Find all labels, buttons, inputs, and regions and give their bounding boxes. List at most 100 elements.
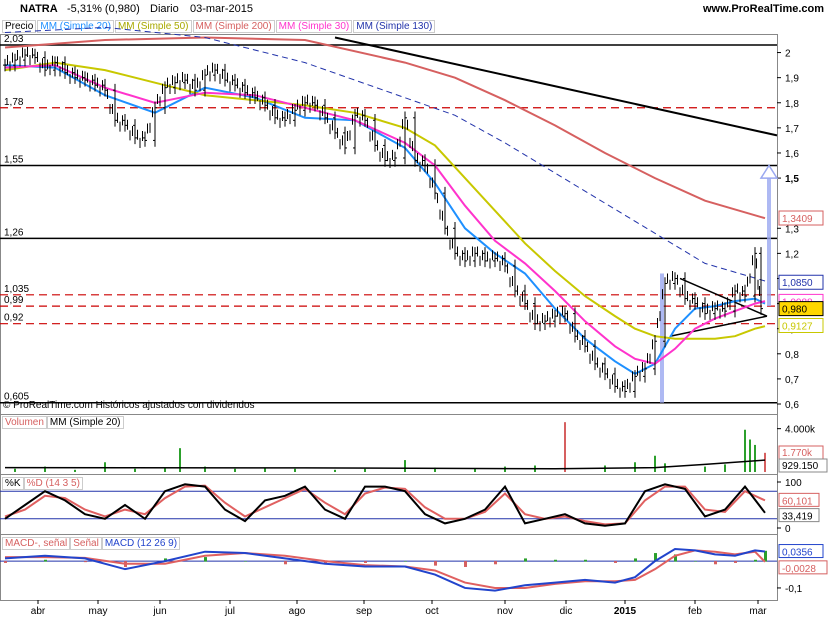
volume-tag-label: 1.770k	[782, 448, 813, 459]
volume-bar	[74, 469, 76, 472]
macd-tag-label: -0,0028	[782, 564, 816, 575]
macd-histogram-bar	[84, 561, 87, 563]
x-tick-label: feb	[688, 606, 702, 617]
x-tick-label: ago	[289, 606, 306, 617]
level-label: 2,03	[4, 34, 24, 45]
volume-bar	[474, 468, 476, 472]
volume-bar	[14, 468, 16, 472]
price-tick-label: 1,3	[785, 224, 799, 235]
macd-histogram-bar	[204, 557, 207, 562]
volume-ma-label[interactable]: MM (Simple 20)	[46, 416, 124, 429]
x-tick-label: 2015	[614, 606, 637, 617]
price-tick-label: 0,8	[785, 350, 799, 361]
stoch-tick-label: 0	[785, 524, 791, 535]
volume-bar	[724, 464, 726, 472]
volume-bar	[364, 468, 366, 472]
volume-bar	[334, 469, 336, 472]
level-label: 1,78	[4, 97, 24, 108]
volume-ma-line	[4, 459, 766, 470]
macd-legend: MACD-, señal Señal MACD (12 26 9)	[2, 537, 181, 550]
chart-canvas[interactable]: 21,91,81,71,61,51,31,21,110,90,80,70,62,…	[0, 0, 835, 620]
level-label: 1,55	[4, 155, 24, 166]
x-tick-label: may	[89, 606, 108, 617]
volume-bar	[744, 429, 746, 472]
macd-tick-label: -0,1	[785, 584, 803, 595]
volume-bar	[654, 455, 656, 472]
measure-arrow	[759, 164, 779, 179]
macd-histogram-bar	[584, 559, 587, 562]
x-tick-label: abr	[31, 606, 46, 617]
stoch-legend: %K %D (14 3 5)	[2, 477, 83, 490]
price-tick-label: 1,8	[785, 99, 799, 110]
volume-bar	[704, 466, 706, 472]
macd-histogram-bar	[494, 561, 497, 565]
volume-bar	[404, 460, 406, 472]
stoch-tick-label: 100	[785, 478, 802, 489]
macd-histogram-bar	[734, 561, 737, 563]
volume-label[interactable]: Volumen	[2, 416, 47, 429]
macd-signal-line	[5, 549, 766, 589]
ma-line-200	[4, 36, 766, 220]
volume-bar	[134, 468, 136, 472]
stoch-k-line	[4, 483, 766, 527]
macd-histogram-bar	[244, 561, 247, 562]
ma-line-50	[4, 61, 766, 340]
volume-tick-label: 4.000k	[785, 425, 816, 436]
volume-tag-label: 929.150	[782, 461, 819, 472]
macd-line	[4, 548, 766, 592]
x-tick-label: oct	[425, 606, 439, 617]
price-tick-label: 1,9	[785, 74, 799, 85]
level-label: 0,99	[4, 295, 24, 306]
volume-bar	[754, 444, 756, 472]
macd-histogram-bar	[694, 561, 697, 562]
volume-bar	[564, 422, 566, 472]
ma-line-30	[4, 64, 766, 365]
macd-tag-label: 0,0356	[782, 548, 813, 559]
macd-label[interactable]: MACD (12 26 9)	[101, 537, 181, 550]
macd-histogram-bar	[634, 558, 637, 562]
macd-histogram-bar	[434, 561, 437, 566]
price-tick-label: 0,6	[785, 400, 799, 411]
price-tick-label: 1,2	[785, 249, 799, 260]
volume-bar	[294, 468, 296, 472]
x-tick-label: mar	[749, 606, 767, 617]
value-tag-label: 1,3409	[782, 214, 813, 225]
ma-line-20	[4, 64, 766, 376]
macd-signal-label[interactable]: Señal	[70, 537, 102, 550]
macd-histogram-bar	[364, 561, 367, 563]
stoch-tag-label: 60,101	[782, 496, 813, 507]
x-tick-label: jul	[224, 606, 235, 617]
x-tick-label: nov	[497, 606, 513, 617]
macd-histogram-bar	[44, 559, 47, 562]
value-tag-label: 1,0850	[782, 278, 813, 289]
x-tick-label: jun	[152, 606, 166, 617]
value-tag-label: 0,9127	[782, 322, 813, 333]
macd-histogram-bar	[554, 559, 557, 562]
volume-bar	[764, 452, 766, 472]
level-label: 0,92	[4, 313, 24, 324]
stoch-k-label[interactable]: %K	[2, 477, 24, 490]
copyright-note: © ProRealTime.com Históricos ajustados c…	[3, 400, 255, 411]
price-tick-label: 2	[785, 49, 791, 60]
macd-histogram-bar	[714, 561, 717, 565]
volume-bar	[634, 462, 636, 472]
macd-histogram-bar	[524, 558, 527, 562]
macd-histogram-bar	[4, 561, 7, 563]
price-tick-label: 0,7	[785, 375, 799, 386]
price-tick-label: 1,7	[785, 124, 799, 135]
stoch-d-label[interactable]: %D (14 3 5)	[23, 477, 83, 490]
price-tick-label: 1,6	[785, 149, 799, 160]
measure-bar-right	[767, 178, 771, 307]
volume-bar	[749, 439, 751, 472]
stoch-panel-frame	[0, 474, 778, 535]
x-tick-label: dic	[560, 606, 573, 617]
price-tick-label: 1,5	[785, 174, 799, 185]
trend-line	[334, 36, 778, 137]
value-tag-label: 0,980	[782, 305, 807, 316]
stoch-tag-label: 33,419	[782, 512, 813, 523]
macd-histo-label[interactable]: MACD-, señal	[2, 537, 71, 550]
volume-legend: Volumen MM (Simple 20)	[2, 416, 124, 429]
macd-histogram-bar	[404, 561, 407, 562]
macd-histogram-bar	[754, 559, 757, 562]
macd-histogram-bar	[464, 561, 467, 567]
